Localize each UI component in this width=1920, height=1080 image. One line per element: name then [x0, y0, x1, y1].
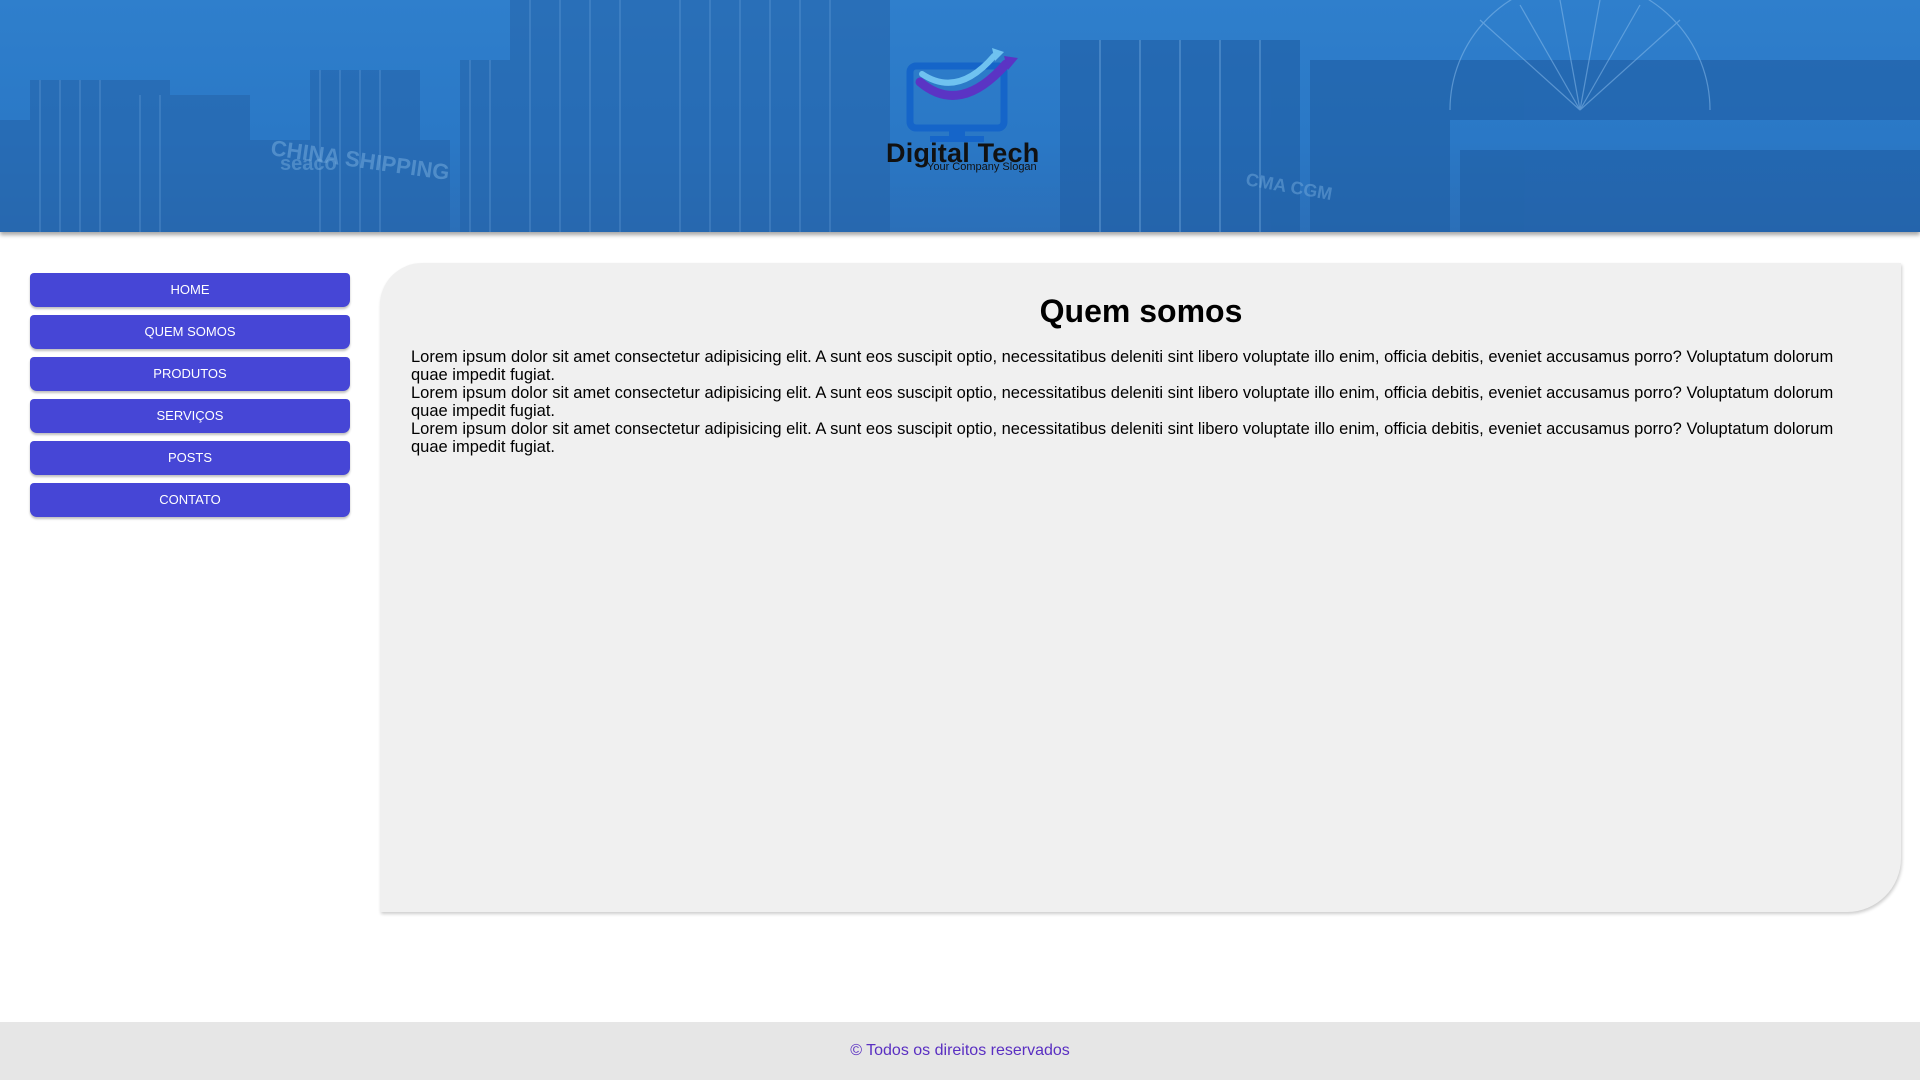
nav-button-posts[interactable]: POSTS — [30, 441, 350, 475]
nav-button-home[interactable]: HOME — [30, 273, 350, 307]
background-lettering-2: seaco — [280, 153, 337, 175]
page-title: Quem somos — [1039, 293, 1243, 329]
main-content-panel: Quem somos Lorem ipsum dolor sit amet co… — [380, 263, 1901, 912]
content-paragraph: Lorem ipsum dolor sit amet consectetur a… — [411, 384, 1834, 420]
content-paragraph: Lorem ipsum dolor sit amet consectetur a… — [411, 348, 1834, 384]
nav-button-produtos[interactable]: PRODUTOS — [30, 357, 350, 391]
nav-button-servicos[interactable]: SERVIÇOS — [30, 399, 350, 433]
site-logo[interactable]: Digital Tech Your Company Slogan — [880, 46, 1040, 176]
sidebar-nav: HOME QUEM SOMOS PRODUTOS SERVIÇOS POSTS … — [30, 273, 350, 525]
site-footer: © Todos os direitos reservados — [0, 1022, 1920, 1080]
copyright-text: © Todos os direitos reservados — [850, 1042, 1070, 1059]
logo-monitor-icon — [906, 48, 1018, 142]
content-paragraph: Lorem ipsum dolor sit amet consectetur a… — [411, 420, 1834, 456]
site-header: CHINA SHIPPING seaco CMA CGM Digital Tec… — [0, 0, 1920, 232]
nav-button-contato[interactable]: CONTATO — [30, 483, 350, 517]
brand-slogan: Your Company Slogan — [927, 161, 1037, 173]
nav-button-quem-somos[interactable]: QUEM SOMOS — [30, 315, 350, 349]
